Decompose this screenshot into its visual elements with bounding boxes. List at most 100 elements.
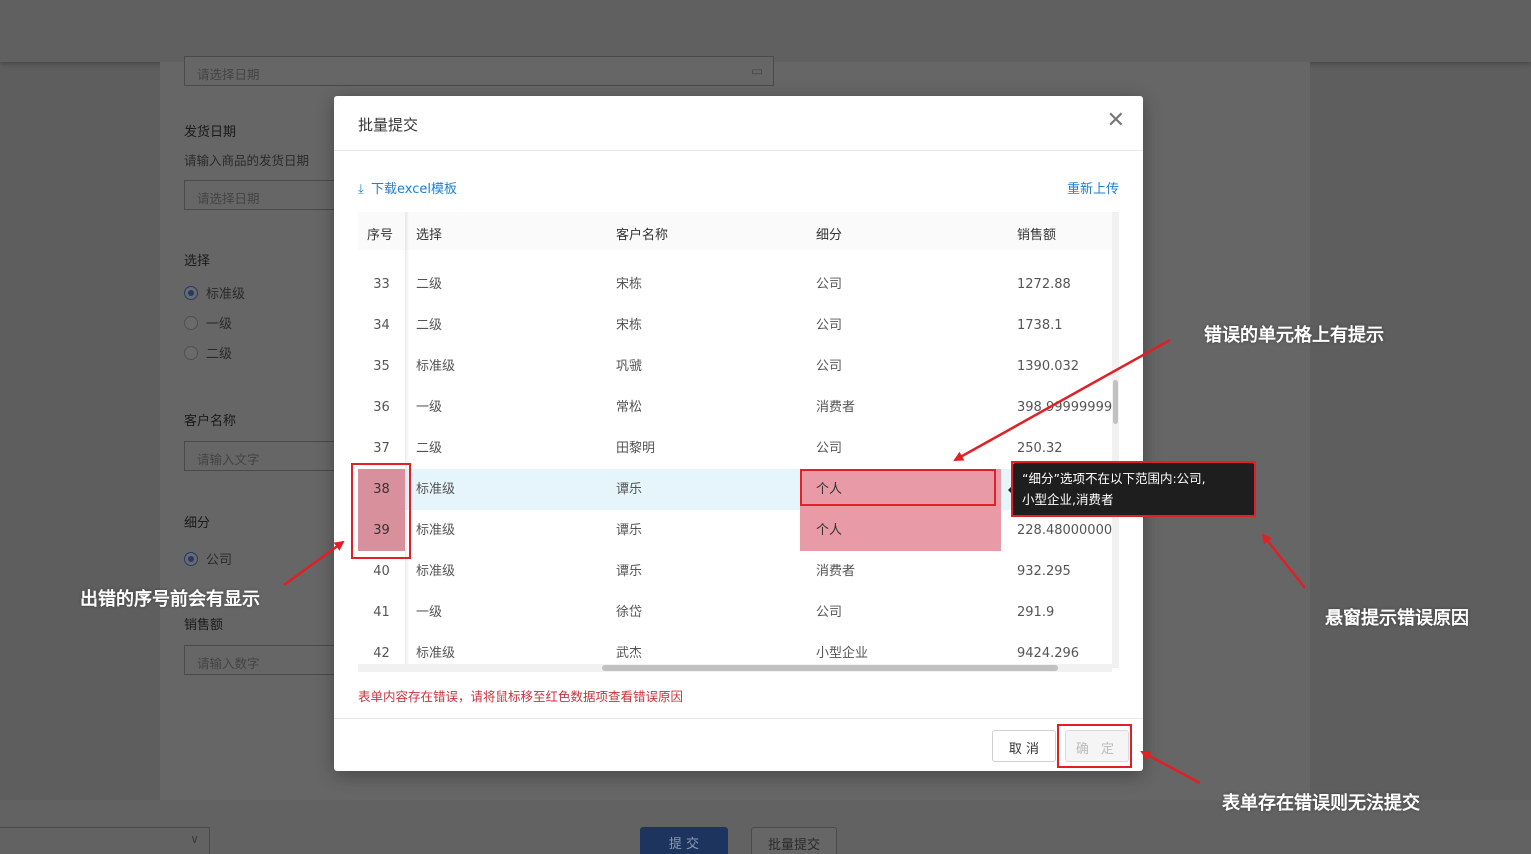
radio-unchecked-icon [184, 315, 198, 330]
customer-name-cell: 谭乐 [616, 482, 643, 497]
customer-name-cell: 田黎明 [616, 441, 656, 456]
highlight-error-cell [800, 469, 996, 506]
radio-label: 公司 [206, 553, 233, 568]
sales-cell: 1390.032 [1017, 359, 1080, 374]
bottom-select[interactable]: ∨ [0, 827, 210, 854]
segment-cell: 公司 [816, 605, 843, 620]
segment-cell: 公司 [816, 359, 843, 374]
segment-cell: 公司 [816, 441, 843, 456]
dialog-links: ⤓ 下载excel模板 重新上传 [358, 178, 1119, 197]
table-row[interactable]: 37 二级 田黎明 公司 250.32 [358, 428, 1112, 469]
download-icon: ⤓ [358, 182, 364, 197]
annotation-cell-hint: 错误的单元格上有提示 [1204, 325, 1384, 346]
sales-cell: 1738.1 [1017, 318, 1063, 333]
level-cell: 标准级 [416, 564, 456, 579]
table-row[interactable]: 40 标准级 谭乐 消费者 932.295 [358, 551, 1112, 592]
radio-segment-company[interactable]: 公司 [184, 549, 232, 568]
table-row[interactable]: 33 二级 宋栋 公司 1272.88 [358, 264, 1112, 305]
chevron-down-icon: ∨ [190, 832, 199, 846]
customer-name-cell: 徐岱 [616, 605, 643, 620]
customer-label: 客户名称 [184, 414, 237, 429]
sales-cell: 291.9 [1017, 605, 1055, 620]
error-message: 表单内容存在错误，请将鼠标移至红色数据项查看错误原因 [358, 689, 684, 704]
table-row[interactable]: 35 标准级 巩虢 公司 1390.032 [358, 346, 1112, 387]
sales-cell: 932.295 [1017, 564, 1071, 579]
level-cell: 二级 [416, 318, 443, 333]
radio-level-1[interactable]: 一级 [184, 313, 232, 332]
customer-name-cell: 宋栋 [616, 277, 643, 292]
ship-date-hint: 请输入商品的发货日期 [184, 153, 310, 168]
column-header-customer: 客户名称 [616, 228, 669, 243]
radio-unchecked-icon [184, 345, 198, 360]
row-index-cell: 34 [373, 318, 390, 333]
level-cell: 标准级 [416, 359, 456, 374]
level-cell: 二级 [416, 277, 443, 292]
column-header-segment: 细分 [816, 228, 843, 243]
level-cell: 一级 [416, 605, 443, 620]
segment-label: 细分 [184, 516, 211, 531]
segment-cell: 消费者 [816, 400, 856, 415]
ship-date-placeholder: 请选择日期 [197, 191, 260, 206]
segment-cell-error[interactable]: 个人 [800, 510, 1001, 551]
table-row[interactable]: 36 一级 常松 消费者 398.9999999999 [358, 387, 1112, 428]
sales-cell: 398.9999999999 [1017, 400, 1112, 415]
sales-input[interactable]: 请输入数字 [184, 645, 344, 675]
table-row[interactable]: 38 标准级 谭乐 个人 [358, 469, 1112, 510]
highlight-tooltip [1011, 461, 1256, 517]
cancel-button[interactable]: 取 消 [992, 730, 1056, 762]
radio-label: 二级 [206, 347, 233, 362]
calendar-icon: ▭ [751, 63, 763, 78]
level-cell: 标准级 [416, 523, 456, 538]
vertical-scrollbar[interactable] [1112, 212, 1119, 668]
date-input-top[interactable]: 请选择日期 ▭ [184, 56, 774, 86]
dialog-footer: 取 消 确 定 [334, 718, 1143, 771]
annotation-index-hint: 出错的序号前会有显示 [80, 589, 260, 610]
dialog-header: 批量提交 ✕ [334, 96, 1143, 151]
table-row[interactable]: 39标准级谭乐个人228.4800000000 [358, 510, 1112, 551]
segment-cell: 消费者 [816, 564, 856, 579]
vertical-scrollbar-thumb[interactable] [1113, 380, 1118, 424]
column-header-index: 序号 [367, 228, 394, 243]
submit-button[interactable]: 提 交 [640, 827, 728, 854]
customer-placeholder: 请输入文字 [197, 452, 260, 467]
level-cell: 标准级 [416, 482, 456, 497]
batch-submit-button[interactable]: 批量提交 [751, 827, 837, 854]
radio-checked-icon [184, 551, 198, 566]
horizontal-scrollbar-thumb[interactable] [602, 665, 1058, 671]
sales-cell: 1272.88 [1017, 277, 1071, 292]
customer-input[interactable]: 请输入文字 [184, 441, 344, 471]
radio-checked-icon [184, 285, 198, 300]
radio-level-2[interactable]: 二级 [184, 343, 232, 362]
dialog-title: 批量提交 [358, 116, 419, 134]
annotation-submit-hint: 表单存在错误则无法提交 [1222, 793, 1420, 814]
choice-label: 选择 [184, 254, 211, 269]
segment-cell: 公司 [816, 318, 843, 333]
row-index-cell: 36 [373, 400, 390, 415]
annotation-popup-hint: 悬窗提示错误原因 [1325, 608, 1469, 629]
fixed-column-shadow [405, 212, 409, 668]
level-cell: 一级 [416, 400, 443, 415]
customer-name-cell: 谭乐 [616, 564, 643, 579]
reupload-link[interactable]: 重新上传 [1067, 178, 1119, 197]
table-header: 序号 选择 客户名称 细分 销售额 [358, 212, 1112, 250]
sales-placeholder: 请输入数字 [197, 656, 260, 671]
radio-label: 标准级 [206, 287, 246, 302]
customer-name-cell: 谭乐 [616, 523, 643, 538]
highlight-confirm-button [1057, 724, 1132, 768]
level-cell: 二级 [416, 441, 443, 456]
column-header-sales: 销售额 [1017, 228, 1057, 243]
customer-name-cell: 巩虢 [616, 359, 643, 374]
table-row[interactable]: 34 二级 宋栋 公司 1738.1 [358, 305, 1112, 346]
sales-label: 销售额 [184, 618, 224, 633]
customer-name-cell: 宋栋 [616, 318, 643, 333]
ship-date-input[interactable]: 请选择日期 [184, 180, 344, 210]
top-bar [0, 0, 1531, 62]
table-row[interactable]: 41 一级 徐岱 公司 291.9 [358, 592, 1112, 633]
download-template-link[interactable]: ⤓ 下载excel模板 [358, 178, 457, 197]
radio-standard[interactable]: 标准级 [184, 283, 245, 302]
customer-name-cell: 常松 [616, 400, 643, 415]
close-icon[interactable]: ✕ [1107, 110, 1125, 132]
row-index-cell: 33 [373, 277, 390, 292]
date-input-placeholder: 请选择日期 [197, 67, 260, 82]
row-index-cell: 35 [373, 359, 390, 374]
